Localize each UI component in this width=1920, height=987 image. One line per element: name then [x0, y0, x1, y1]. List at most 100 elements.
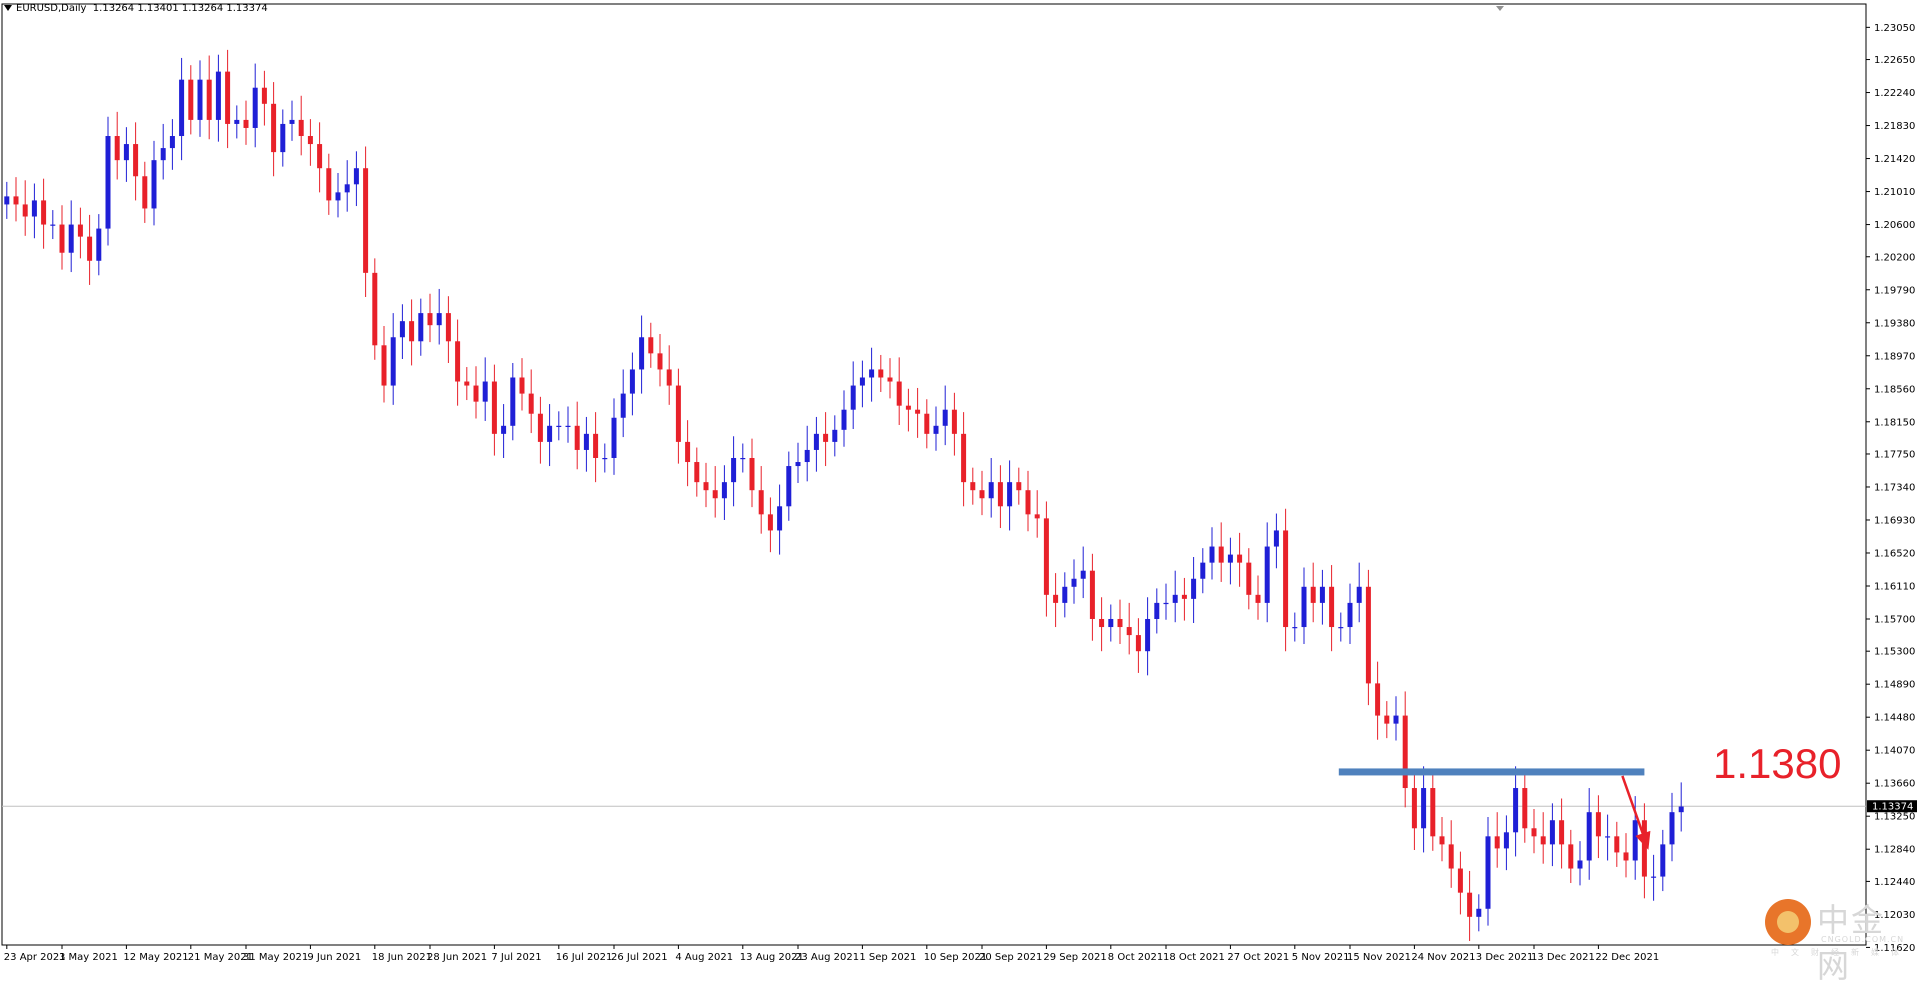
candle-body	[685, 441, 691, 463]
candle-body	[188, 79, 194, 120]
resistance-level-label: 1.1380	[1713, 740, 1842, 787]
candle	[142, 161, 148, 223]
candle	[326, 153, 332, 215]
candle-body	[68, 224, 74, 253]
price-tick-label: 1.15700	[1874, 614, 1915, 625]
candle-body	[1338, 627, 1344, 629]
candle	[482, 357, 488, 421]
candle	[602, 443, 608, 473]
chart-menu-icon[interactable]	[4, 5, 12, 11]
candle	[344, 160, 350, 212]
candle-body	[620, 393, 626, 418]
candle-body	[1549, 820, 1555, 845]
candle	[1135, 618, 1141, 673]
price-tick-label: 1.21010	[1874, 187, 1915, 198]
candle	[1099, 597, 1105, 652]
candle	[556, 411, 562, 441]
candle	[1522, 773, 1528, 843]
candle-body	[1485, 836, 1491, 909]
candle-body	[335, 192, 341, 201]
price-tick-label: 1.18560	[1874, 384, 1915, 395]
candle-body	[50, 224, 56, 226]
candle	[1062, 572, 1068, 618]
candle-body	[363, 168, 369, 273]
candle-body	[777, 506, 783, 531]
candle-body	[1411, 788, 1417, 829]
candle	[1421, 766, 1427, 853]
candle-body	[1467, 892, 1473, 917]
candle-body	[1660, 844, 1666, 877]
candle	[1034, 490, 1040, 538]
candle	[169, 119, 175, 170]
candle	[188, 65, 194, 135]
candle	[1614, 821, 1620, 867]
candle-body	[528, 393, 534, 414]
candle	[1117, 599, 1123, 644]
candle-body	[1237, 554, 1243, 563]
candle-body	[133, 144, 139, 177]
candle-body	[4, 196, 10, 205]
candle-body	[1586, 812, 1592, 861]
candle	[675, 368, 681, 464]
candle	[271, 82, 277, 177]
candle	[547, 404, 553, 467]
watermark-en: CNGOLD.COM.CN	[1821, 935, 1905, 944]
candle	[703, 462, 709, 508]
candle-body	[547, 425, 553, 442]
candle	[583, 416, 589, 472]
candle	[639, 315, 645, 394]
candle	[850, 361, 856, 430]
candle-body	[390, 337, 396, 386]
time-tick-label: 23 Apr 2021	[4, 952, 66, 963]
candle	[666, 345, 672, 405]
time-tick-label: 28 Jun 2021	[427, 952, 487, 963]
candle-body	[399, 321, 405, 338]
candle-body	[1126, 627, 1132, 636]
candle-body	[1135, 635, 1141, 652]
candle-body	[1678, 806, 1684, 813]
price-tick-label: 1.21830	[1874, 121, 1915, 132]
candle-body	[896, 381, 902, 406]
candle-body	[970, 482, 976, 491]
candle	[1457, 851, 1463, 915]
candle-body	[1255, 594, 1261, 603]
candle-body	[1053, 594, 1059, 603]
time-tick-label: 29 Sep 2021	[1043, 952, 1106, 963]
candle-body	[1016, 482, 1022, 491]
time-tick-label: 5 Nov 2021	[1292, 952, 1350, 963]
candle	[4, 181, 10, 219]
candle	[1623, 833, 1629, 878]
candle	[1329, 565, 1335, 652]
candle	[1310, 562, 1316, 623]
candle-body	[731, 457, 737, 483]
candle-body	[1283, 530, 1289, 628]
candle	[1246, 548, 1252, 610]
candle	[804, 425, 810, 482]
candle	[1053, 573, 1059, 628]
candle-body	[1163, 602, 1169, 605]
candle	[87, 214, 93, 285]
candle-body	[261, 87, 267, 104]
candle-body	[1384, 715, 1390, 724]
candle	[749, 438, 755, 508]
candle-body	[703, 482, 709, 491]
price-tick-label: 1.20600	[1874, 220, 1915, 231]
candle	[1678, 782, 1684, 832]
candle	[1467, 870, 1473, 941]
candle	[869, 347, 875, 402]
candle	[68, 200, 74, 273]
candle	[887, 358, 893, 399]
candle-body	[657, 353, 663, 370]
candle-body	[436, 313, 442, 326]
candle-body	[1356, 586, 1362, 603]
price-tick-label: 1.22650	[1874, 55, 1915, 66]
candle	[427, 293, 433, 343]
candle	[1043, 501, 1049, 617]
candle	[1025, 470, 1031, 532]
candle-body	[813, 433, 819, 450]
candle-body	[593, 433, 599, 458]
candle	[298, 95, 304, 156]
candle	[31, 183, 37, 239]
candle	[574, 401, 580, 470]
candle	[1319, 569, 1325, 625]
